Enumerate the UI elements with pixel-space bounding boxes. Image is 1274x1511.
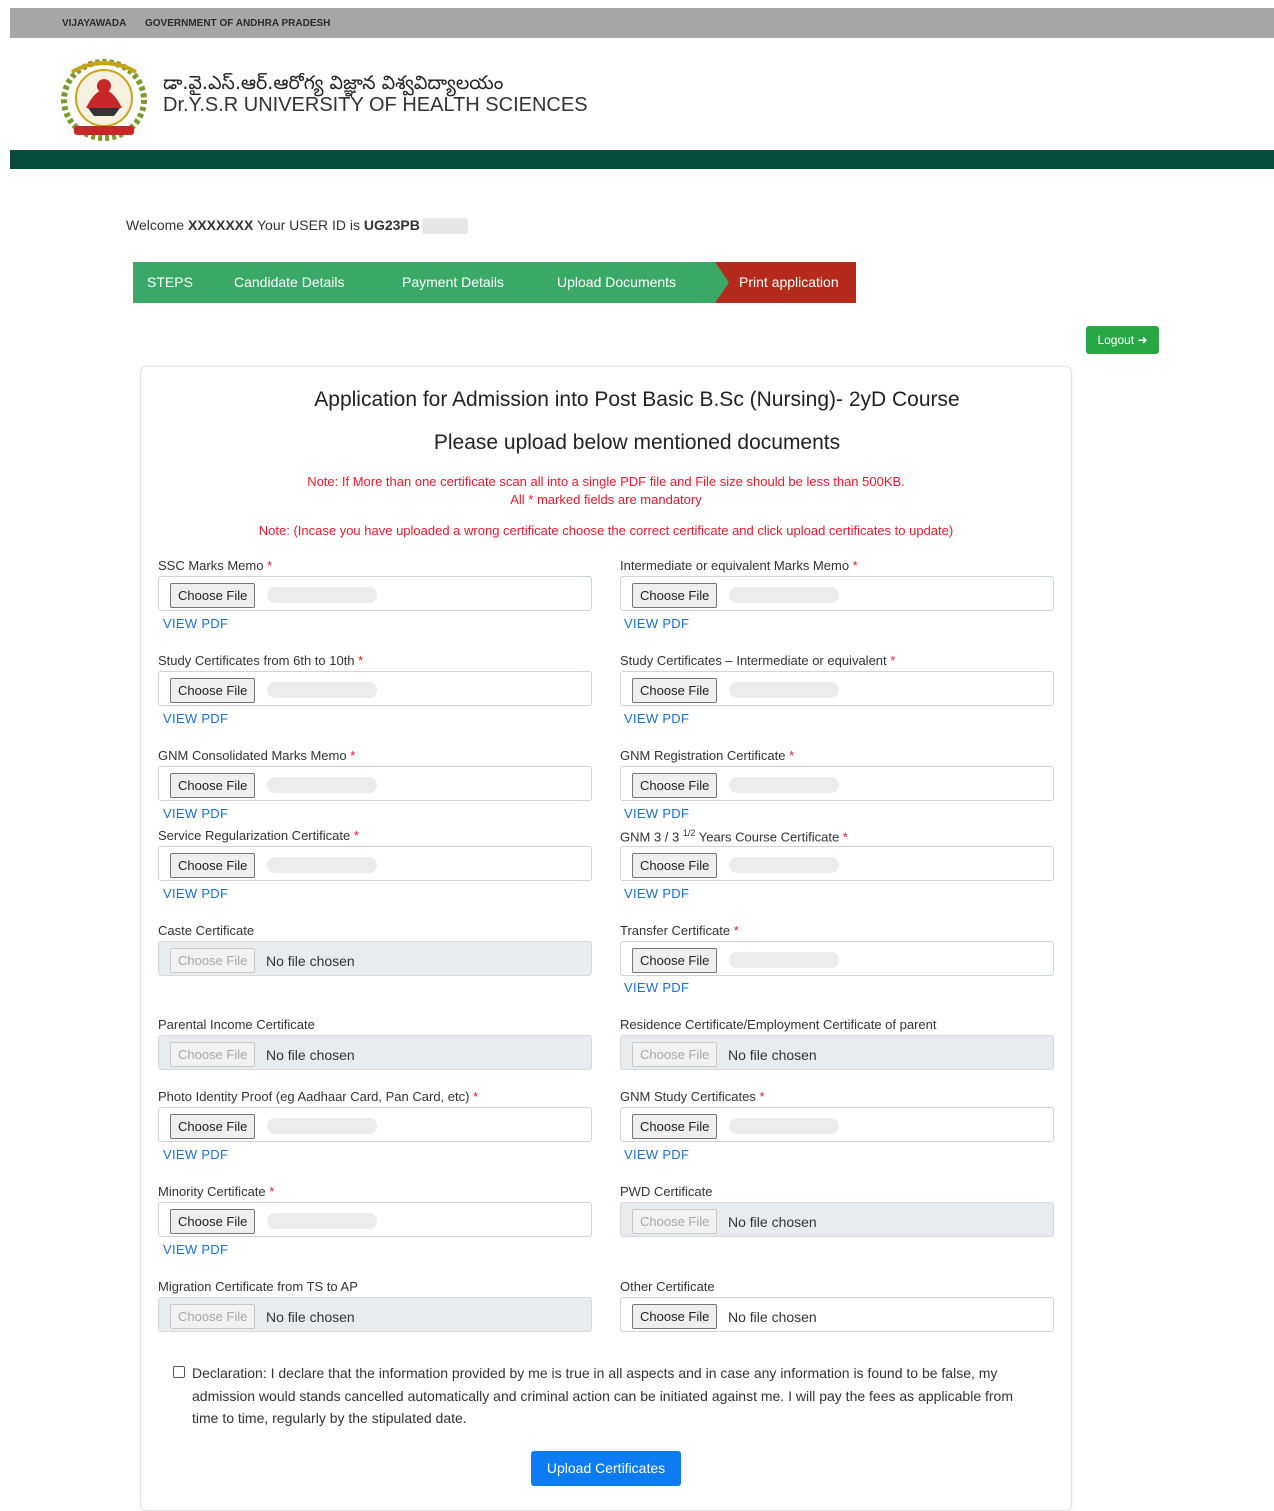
photo-id-label: Photo Identity Proof (eg Aadhaar Card, P… — [158, 1089, 479, 1104]
gnm-marks-file-input[interactable]: Choose File — [158, 766, 592, 801]
user-id: UG23PB — [363, 217, 420, 233]
file-status: No file chosen — [728, 1047, 817, 1063]
other-certificate-label: Other Certificate — [620, 1279, 715, 1294]
top-bar: VIJAYAWADA GOVERNMENT OF ANDHRA PRADESH — [10, 8, 1274, 38]
minority-certificate-view-pdf-link[interactable]: VIEW PDF — [163, 1242, 228, 1257]
study-6-10-view-pdf-link[interactable]: VIEW PDF — [163, 711, 228, 726]
inter-memo-label: Intermediate or equivalent Marks Memo * — [620, 558, 858, 573]
caste-certificate-label: Caste Certificate — [158, 923, 255, 938]
choose-file-button: Choose File — [632, 1209, 718, 1234]
city-label: VIJAYAWADA — [62, 18, 127, 29]
inter-memo-file-input[interactable]: Choose File — [620, 576, 1054, 611]
transfer-certificate-file-input[interactable]: Choose File — [620, 941, 1054, 976]
inter-memo-view-pdf-link[interactable]: VIEW PDF — [624, 616, 689, 631]
choose-file-button: Choose File — [632, 1042, 718, 1067]
university-emblem-icon — [61, 59, 147, 141]
step-upload-documents[interactable]: Upload Documents — [533, 262, 730, 303]
upload-instructions-heading: Please upload below mentioned documents — [433, 431, 841, 454]
choose-file-button: Choose File — [170, 1304, 256, 1329]
university-name-english: Dr.Y.S.R UNIVERSITY OF HEALTH SCIENCES — [163, 94, 588, 116]
wrong-upload-note: Note: (Incase you have uploaded a wrong … — [258, 523, 954, 538]
gnm-course-certificate-label: GNM 3 / 3 1/2 Years Course Certificate * — [620, 828, 848, 845]
ssc-memo-label: SSC Marks Memo * — [158, 558, 273, 573]
choose-file-button: Choose File — [170, 1042, 256, 1067]
ssc-memo-file-input[interactable]: Choose File — [158, 576, 592, 611]
transfer-certificate-label: Transfer Certificate * — [620, 923, 739, 938]
choose-file-button[interactable]: Choose File — [170, 1114, 256, 1139]
choose-file-button[interactable]: Choose File — [632, 1304, 718, 1329]
gnm-marks-label: GNM Consolidated Marks Memo * — [158, 748, 356, 763]
residence-certificate-file-input: Choose File No file chosen — [620, 1035, 1054, 1070]
file-status: No file chosen — [728, 1214, 817, 1230]
file-status: No file chosen — [728, 1309, 817, 1325]
study-6-10-file-input[interactable]: Choose File — [158, 671, 592, 706]
pwd-certificate-file-input: Choose File No file chosen — [620, 1202, 1054, 1237]
step-candidate-details[interactable]: Candidate Details — [210, 262, 393, 303]
step-print-application[interactable]: Print application — [715, 262, 856, 303]
upload-certificates-button[interactable]: Upload Certificates — [531, 1451, 681, 1486]
service-regularization-view-pdf-link[interactable]: VIEW PDF — [163, 886, 228, 901]
step-payment-details[interactable]: Payment Details — [378, 262, 548, 303]
gnm-study-view-pdf-link[interactable]: VIEW PDF — [624, 1147, 689, 1162]
choose-file-button[interactable]: Choose File — [170, 1209, 256, 1234]
choose-file-button[interactable]: Choose File — [632, 583, 718, 608]
choose-file-button: Choose File — [170, 948, 256, 973]
gnm-registration-view-pdf-link[interactable]: VIEW PDF — [624, 806, 689, 821]
step-label: STEPS — [133, 262, 225, 303]
gnm-study-file-input[interactable]: Choose File — [620, 1107, 1054, 1142]
declaration-checkbox[interactable] — [173, 1366, 185, 1378]
study-inter-label: Study Certificates – Intermediate or equ… — [620, 653, 896, 668]
migration-certificate-file-input: Choose File No file chosen — [158, 1297, 592, 1332]
gnm-registration-label: GNM Registration Certificate * — [620, 748, 795, 763]
choose-file-button[interactable]: Choose File — [632, 1114, 718, 1139]
file-status: No file chosen — [266, 1309, 355, 1325]
choose-file-button[interactable]: Choose File — [170, 853, 256, 878]
header-divider — [10, 150, 1274, 169]
welcome-message: Welcome XXXXXXX Your USER ID is UG23PB — [126, 217, 468, 235]
choose-file-button[interactable]: Choose File — [170, 773, 256, 798]
file-status: No file chosen — [266, 1047, 355, 1063]
service-regularization-file-input[interactable]: Choose File — [158, 846, 592, 881]
transfer-certificate-view-pdf-link[interactable]: VIEW PDF — [624, 980, 689, 995]
residence-certificate-label: Residence Certificate/Employment Certifi… — [620, 1017, 937, 1032]
study-inter-view-pdf-link[interactable]: VIEW PDF — [624, 711, 689, 726]
application-title: Application for Admission into Post Basi… — [314, 388, 960, 411]
service-regularization-label: Service Regularization Certificate * — [158, 828, 359, 843]
government-label: GOVERNMENT OF ANDHRA PRADESH — [145, 18, 331, 29]
other-certificate-file-input[interactable]: Choose File No file chosen — [620, 1297, 1054, 1332]
choose-file-button[interactable]: Choose File — [170, 678, 256, 703]
choose-file-button[interactable]: Choose File — [632, 678, 718, 703]
user-id-redacted — [421, 218, 468, 235]
logout-icon: ➜ — [1137, 333, 1148, 347]
income-certificate-label: Parental Income Certificate — [158, 1017, 315, 1032]
migration-certificate-label: Migration Certificate from TS to AP — [158, 1279, 358, 1294]
photo-id-file-input[interactable]: Choose File — [158, 1107, 592, 1142]
declaration-text: Declaration: I declare that the informat… — [192, 1365, 1013, 1426]
income-certificate-file-input: Choose File No file chosen — [158, 1035, 592, 1070]
minority-certificate-file-input[interactable]: Choose File — [158, 1202, 592, 1237]
logout-button[interactable]: Logout ➜ — [1086, 326, 1159, 354]
gnm-course-certificate-view-pdf-link[interactable]: VIEW PDF — [624, 886, 689, 901]
file-status: No file chosen — [266, 953, 355, 969]
candidate-name: XXXXXXX — [187, 217, 254, 233]
choose-file-button[interactable]: Choose File — [632, 773, 718, 798]
caste-certificate-file-input: Choose File No file chosen — [158, 941, 592, 976]
file-size-note: Note: If More than one certificate scan … — [307, 474, 905, 507]
minority-certificate-label: Minority Certificate * — [158, 1184, 275, 1199]
gnm-study-label: GNM Study Certificates * — [620, 1089, 765, 1104]
gnm-registration-file-input[interactable]: Choose File — [620, 766, 1054, 801]
gnm-course-certificate-file-input[interactable]: Choose File — [620, 846, 1054, 881]
choose-file-button[interactable]: Choose File — [632, 853, 718, 878]
choose-file-button[interactable]: Choose File — [170, 583, 256, 608]
study-6-10-label: Study Certificates from 6th to 10th * — [158, 653, 364, 668]
ssc-memo-view-pdf-link[interactable]: VIEW PDF — [163, 616, 228, 631]
site-header: డా.వై.ఎస్.ఆర్.ఆరోగ్య విజ్ఞాన విశ్వవిద్యా… — [10, 38, 1274, 150]
photo-id-view-pdf-link[interactable]: VIEW PDF — [163, 1147, 228, 1162]
choose-file-button[interactable]: Choose File — [632, 948, 718, 973]
gnm-marks-view-pdf-link[interactable]: VIEW PDF — [163, 806, 228, 821]
study-inter-file-input[interactable]: Choose File — [620, 671, 1054, 706]
pwd-certificate-label: PWD Certificate — [620, 1184, 713, 1199]
